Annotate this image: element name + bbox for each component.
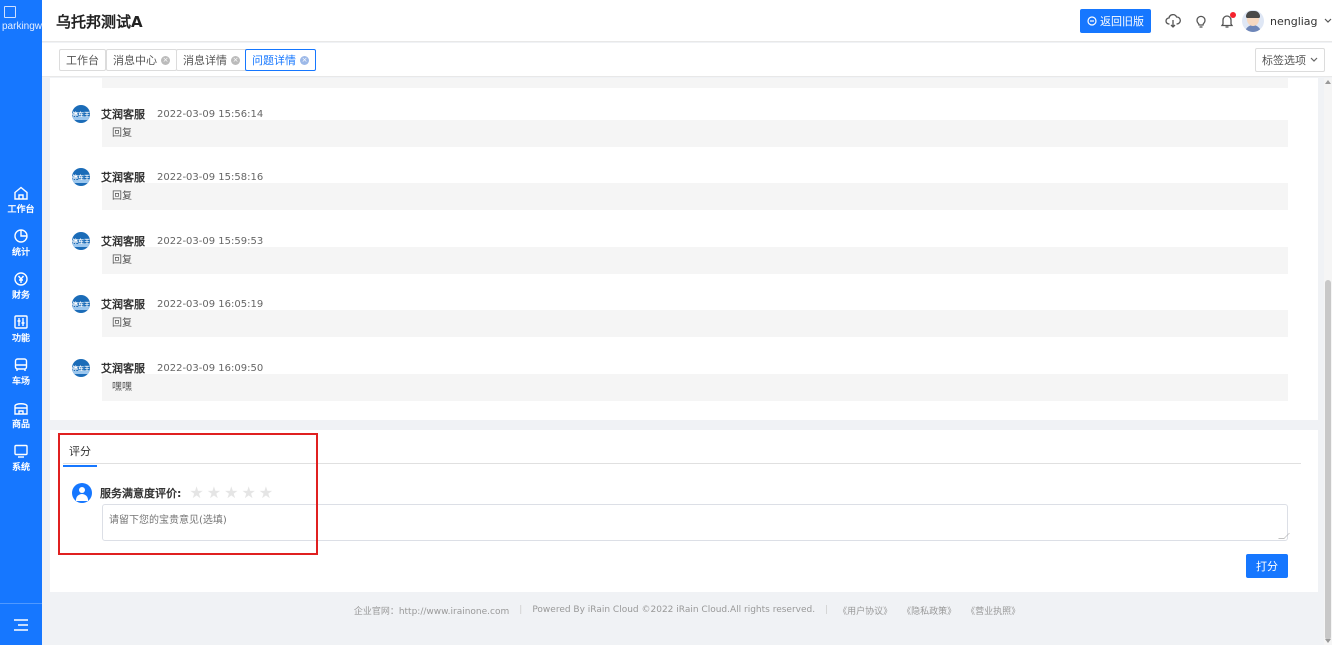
tab-options-dropdown[interactable]: 标签选项: [1255, 48, 1325, 72]
main-content: 停车王 艾润客服 2022-03-09 15:56:14 回复 停车王 艾润客服…: [42, 78, 1332, 645]
footer-copyright: Powered By iRain Cloud ©2022 iRain Cloud…: [532, 605, 816, 615]
yuan-icon: [14, 271, 28, 286]
reply-time: 2022-03-09 15:59:53: [157, 235, 264, 247]
footer: 企业官网：http://www.irainone.com | Powered B…: [42, 600, 1332, 620]
close-icon[interactable]: ×: [231, 55, 240, 65]
sidebar-item-label: 功能: [11, 333, 30, 344]
sidebar-item-label: 商品: [11, 419, 30, 430]
footer-privacy-link[interactable]: 《隐私政策》: [902, 604, 956, 617]
service-avatar: 停车王: [72, 295, 90, 313]
footer-separator: |: [519, 605, 523, 615]
menu-collapse-button[interactable]: [0, 603, 42, 645]
tab-label: 问题详情: [252, 54, 296, 67]
notification-dot: [1230, 12, 1236, 18]
sidebar-item-statistics[interactable]: 统计: [0, 221, 42, 264]
star-icon[interactable]: ★: [207, 485, 221, 501]
sidebar-item-goods[interactable]: 商品: [0, 393, 42, 436]
star-icon[interactable]: ★: [189, 485, 203, 501]
reply-content: 回复: [102, 183, 1288, 210]
back-circle-icon: [1087, 16, 1097, 26]
reply-content: 回复: [102, 247, 1288, 274]
rating-card: 评分 服务满意度评价: ★ ★ ★ ★ ★ 打分: [50, 430, 1318, 592]
car-icon: [14, 357, 28, 371]
footer-license-link[interactable]: 《营业执照》: [966, 604, 1020, 617]
sidebar-item-parking[interactable]: 车场: [0, 350, 42, 393]
reply-time: 2022-03-09 16:09:50: [157, 362, 264, 374]
star-icon[interactable]: ★: [241, 485, 255, 501]
tab-message-center[interactable]: 消息中心 ×: [106, 49, 177, 71]
tab-workbench[interactable]: 工作台: [59, 49, 106, 71]
sidebar-item-label: 工作台: [7, 204, 35, 215]
tab-issue-detail[interactable]: 问题详情 ×: [245, 49, 316, 71]
chevron-down-icon: [1310, 57, 1318, 62]
avatar: [1242, 10, 1264, 32]
star-icon[interactable]: ★: [259, 485, 273, 501]
star-icon[interactable]: ★: [224, 485, 238, 501]
sidebar: parkingwang 工作台 统计 财务 功能 车场 商品 系统: [0, 0, 59, 645]
comment-field[interactable]: [102, 504, 1288, 541]
close-icon[interactable]: ×: [161, 55, 170, 65]
chart-pie-icon: [14, 228, 28, 243]
logo[interactable]: parkingwang: [0, 0, 59, 40]
username: nengliag: [1270, 14, 1318, 28]
sidebar-item-workbench[interactable]: 工作台: [0, 178, 42, 221]
replies-card: 停车王 艾润客服 2022-03-09 15:56:14 回复 停车王 艾润客服…: [50, 78, 1318, 420]
scroll-up-arrow-icon[interactable]: [1325, 80, 1331, 84]
back-to-old-version-label: 返回旧版: [1100, 15, 1144, 28]
footer-separator: |: [825, 605, 829, 615]
service-avatar: 停车王: [72, 168, 90, 186]
sidebar-item-function[interactable]: 功能: [0, 307, 42, 350]
tab-divider: [63, 463, 1301, 464]
bulb-icon[interactable]: [1192, 12, 1210, 30]
sidebar-item-label: 财务: [11, 290, 30, 301]
user-icon: [72, 483, 92, 503]
scrollbar[interactable]: [1324, 78, 1332, 645]
top-header: 乌托邦测试A 返回旧版 nengliag: [42, 0, 1332, 42]
service-avatar: 停车王: [72, 359, 90, 377]
scroll-down-arrow-icon[interactable]: [1325, 639, 1331, 643]
footer-user-agreement-link[interactable]: 《用户协议》: [838, 604, 892, 617]
footer-website[interactable]: 企业官网：http://www.irainone.com: [354, 604, 509, 617]
sidebar-item-label: 统计: [11, 247, 30, 258]
reply-content: 回复: [102, 310, 1288, 337]
home-icon: [14, 186, 28, 200]
back-to-old-version-button[interactable]: 返回旧版: [1080, 9, 1151, 33]
reply-content: 嘿嘿: [102, 374, 1288, 401]
function-icon: [14, 314, 28, 329]
tab-message-detail[interactable]: 消息详情 ×: [176, 49, 247, 71]
reply-time: 2022-03-09 15:56:14: [157, 108, 264, 120]
sidebar-nav: 工作台 统计 财务 功能 车场 商品 系统: [0, 178, 42, 479]
reply-content-partial: [102, 78, 1288, 88]
monitor-icon: [14, 444, 28, 458]
sidebar-item-finance[interactable]: 财务: [0, 264, 42, 307]
service-avatar: 停车王: [72, 232, 90, 250]
download-icon[interactable]: [1164, 12, 1182, 30]
sidebar-item-system[interactable]: 系统: [0, 436, 42, 479]
sidebar-item-label: 系统: [11, 462, 30, 473]
bell-icon[interactable]: [1218, 12, 1236, 30]
shop-icon: [14, 402, 28, 415]
service-avatar: 停车王: [72, 105, 90, 123]
tabs-bar: 工作台 消息中心 × 消息详情 × 问题详情 × 标签选项: [42, 43, 1332, 77]
reply-time: 2022-03-09 15:58:16: [157, 171, 264, 183]
tab-label: 工作台: [66, 54, 99, 67]
satisfaction-row: 服务满意度评价: ★ ★ ★ ★ ★: [72, 483, 273, 503]
menu-icon: [14, 618, 28, 631]
tab-options-label: 标签选项: [1262, 54, 1306, 67]
app-title: 乌托邦测试A: [56, 13, 143, 31]
close-icon[interactable]: ×: [300, 55, 309, 65]
broken-image-icon: [4, 6, 16, 18]
reply-time: 2022-03-09 16:05:19: [157, 298, 264, 310]
user-menu[interactable]: nengliag: [1242, 9, 1332, 33]
star-rating[interactable]: ★ ★ ★ ★ ★: [189, 485, 273, 501]
chevron-down-icon: [1324, 18, 1331, 23]
reply-content: 回复: [102, 120, 1288, 147]
tab-label: 消息中心: [113, 54, 157, 67]
sidebar-item-label: 车场: [11, 376, 30, 387]
scrollbar-thumb[interactable]: [1325, 280, 1331, 640]
satisfaction-label: 服务满意度评价:: [100, 487, 182, 500]
tab-label: 消息详情: [183, 54, 227, 67]
submit-rating-button[interactable]: 打分: [1246, 554, 1288, 578]
